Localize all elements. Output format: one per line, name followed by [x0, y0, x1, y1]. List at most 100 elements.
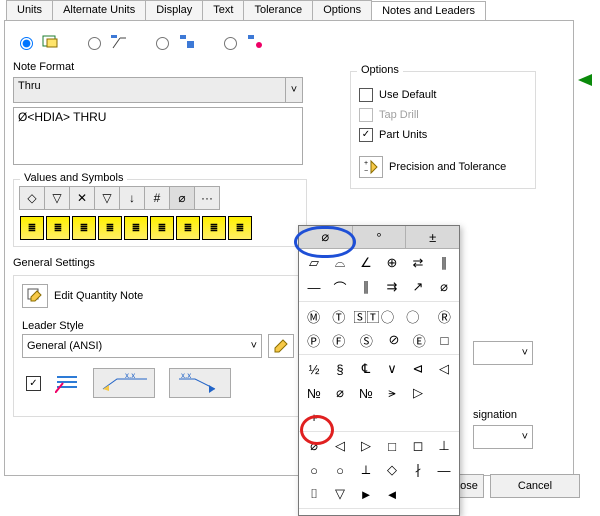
note-format-select[interactable]: Thru [13, 77, 286, 103]
cancel-button[interactable]: Cancel [490, 474, 580, 498]
note-type-1[interactable] [15, 33, 61, 51]
tab-notes-leaders[interactable]: Notes and Leaders [371, 1, 486, 21]
sym-notpar[interactable]: ∤ [407, 460, 429, 480]
sym-e[interactable]: Ⓔ [409, 330, 430, 350]
palette-tab-plusminus[interactable]: ± [406, 226, 459, 248]
ysym-6[interactable]: ≣ [150, 216, 174, 240]
leader-check[interactable] [26, 376, 41, 391]
note-type-1-radio[interactable] [20, 37, 33, 50]
sym-down1[interactable]: ▽ [44, 186, 70, 210]
leader-style-edit[interactable] [268, 334, 294, 358]
tab-alternate-units[interactable]: Alternate Units [52, 0, 146, 20]
arrow-style-1[interactable]: x.x [93, 368, 155, 398]
sym-runout[interactable]: ⇉ [381, 277, 403, 297]
sym-profile-line[interactable]: ⌒ [329, 277, 351, 297]
ysym-8[interactable]: ≣ [202, 216, 226, 240]
leader-style-select[interactable]: General (ANSI) ˅ [22, 334, 262, 358]
sym-left-tri2[interactable]: ◁ [433, 359, 455, 379]
sym-c2[interactable]: ○ [329, 460, 351, 480]
sym-down2[interactable]: ▽ [94, 186, 120, 210]
ysym-4[interactable]: ≣ [98, 216, 122, 240]
sym-parallel2[interactable]: ∥ [355, 277, 377, 297]
sym-circle2[interactable]: ⃝ [409, 306, 430, 326]
sym-right-arrow[interactable]: ▷ [355, 436, 377, 456]
note-type-3[interactable] [151, 33, 197, 51]
precision-tolerance-button[interactable]: +− [359, 156, 383, 178]
sym-parallelogram[interactable]: ▱ [303, 253, 325, 273]
note-type-2[interactable] [83, 33, 129, 51]
ysym-9[interactable]: ≣ [228, 216, 252, 240]
note-format-text[interactable]: Ø<HDIA> THRU [13, 107, 303, 165]
sym-more[interactable]: ··· [194, 186, 220, 210]
sym-s[interactable]: Ⓢ [353, 330, 379, 350]
sym-left-tri[interactable]: ⊲ [407, 359, 429, 379]
tab-units[interactable]: Units [6, 0, 53, 20]
tab-display[interactable]: Display [145, 0, 203, 20]
sym-perp2[interactable]: ⟂ [355, 460, 377, 480]
sym-diamond[interactable]: ◇ [19, 186, 45, 210]
note-type-4[interactable] [219, 33, 265, 51]
palette-tab-diameter[interactable]: ⌀ [299, 226, 353, 248]
ysym-5[interactable]: ≣ [124, 216, 148, 240]
ysym-7[interactable]: ≣ [176, 216, 200, 240]
sym-profile-surface[interactable]: ⌓ [329, 253, 351, 273]
sym-total-runout[interactable]: ↗ [407, 277, 429, 297]
sym-f[interactable]: Ⓕ [328, 330, 349, 350]
note-format-dropdown-chevron[interactable]: ˅ [286, 77, 303, 103]
tab-text[interactable]: Text [202, 0, 244, 20]
sym-symmetry[interactable]: ⇄ [407, 253, 429, 273]
part-units-checkbox[interactable] [359, 128, 373, 142]
sym-dia3[interactable]: ⌀ [329, 383, 351, 403]
sym-blank[interactable] [433, 383, 455, 403]
sym-half[interactable]: ½ [303, 359, 325, 379]
palette-tab-degree[interactable]: ° [353, 226, 407, 248]
ysym-1[interactable]: ≣ [20, 216, 44, 240]
sym-angularity[interactable]: ∠ [355, 253, 377, 273]
sym-r[interactable]: Ⓡ [434, 306, 455, 326]
arrow-style-2[interactable]: x.x [169, 368, 231, 398]
note-type-2-radio[interactable] [88, 37, 101, 50]
ysym-3[interactable]: ≣ [72, 216, 96, 240]
sym-c1[interactable]: ○ [303, 460, 325, 480]
sym-slash-circle[interactable]: ⊘ [383, 330, 404, 350]
sym-right-tri[interactable]: ▷ [407, 383, 429, 403]
sym-back[interactable]: ◄ [381, 484, 403, 504]
hidden-dropdown-1[interactable]: ˅ [473, 341, 533, 365]
sym-t[interactable]: Ⓣ [328, 306, 349, 326]
sym-hash[interactable]: # [144, 186, 170, 210]
sym-angle2[interactable]: ⪫ [381, 383, 403, 403]
sym-sf[interactable]: ⌷ [303, 484, 325, 504]
tab-options[interactable]: Options [312, 0, 372, 20]
sym-perp[interactable]: ⊥ [433, 436, 455, 456]
use-default-checkbox[interactable] [359, 88, 373, 102]
sym-play[interactable]: ► [355, 484, 377, 504]
sym-box1[interactable]: □ [381, 436, 403, 456]
sym-down[interactable]: ∨ [381, 359, 403, 379]
sym-position[interactable]: ⊕ [381, 253, 403, 273]
sym-numero[interactable]: № [303, 383, 325, 403]
hidden-dropdown-2[interactable]: ˅ [473, 425, 533, 449]
sym-m[interactable]: Ⓜ [303, 306, 324, 326]
sym-x[interactable]: ✕ [69, 186, 95, 210]
sym-straightness[interactable]: — [303, 277, 325, 297]
sym-plus[interactable]: + [303, 407, 325, 427]
sym-diamond2[interactable]: ◇ [381, 460, 403, 480]
sym-box2[interactable]: ◻ [407, 436, 429, 456]
note-type-3-radio[interactable] [156, 37, 169, 50]
sym-diameter2[interactable]: ⌀ [433, 277, 455, 297]
sym-dn[interactable]: ▽ [329, 484, 351, 504]
sym-diameter[interactable]: ⌀ [169, 186, 195, 210]
sym-arrow[interactable]: ↓ [119, 186, 145, 210]
sym-p[interactable]: Ⓟ [303, 330, 324, 350]
sym-dash[interactable]: — [433, 460, 455, 480]
tab-tolerance[interactable]: Tolerance [243, 0, 313, 20]
sym-numero2[interactable]: № [355, 383, 377, 403]
note-type-4-radio[interactable] [224, 37, 237, 50]
ysym-2[interactable]: ≣ [46, 216, 70, 240]
sym-square[interactable]: □ [434, 330, 455, 350]
sym-dia4[interactable]: ⌀ [303, 436, 325, 456]
sym-section[interactable]: § [329, 359, 351, 379]
sym-centerline[interactable]: ℄ [355, 359, 377, 379]
sym-st[interactable]: 🅂🅃 [353, 306, 379, 326]
edit-quantity-button[interactable] [22, 284, 48, 308]
